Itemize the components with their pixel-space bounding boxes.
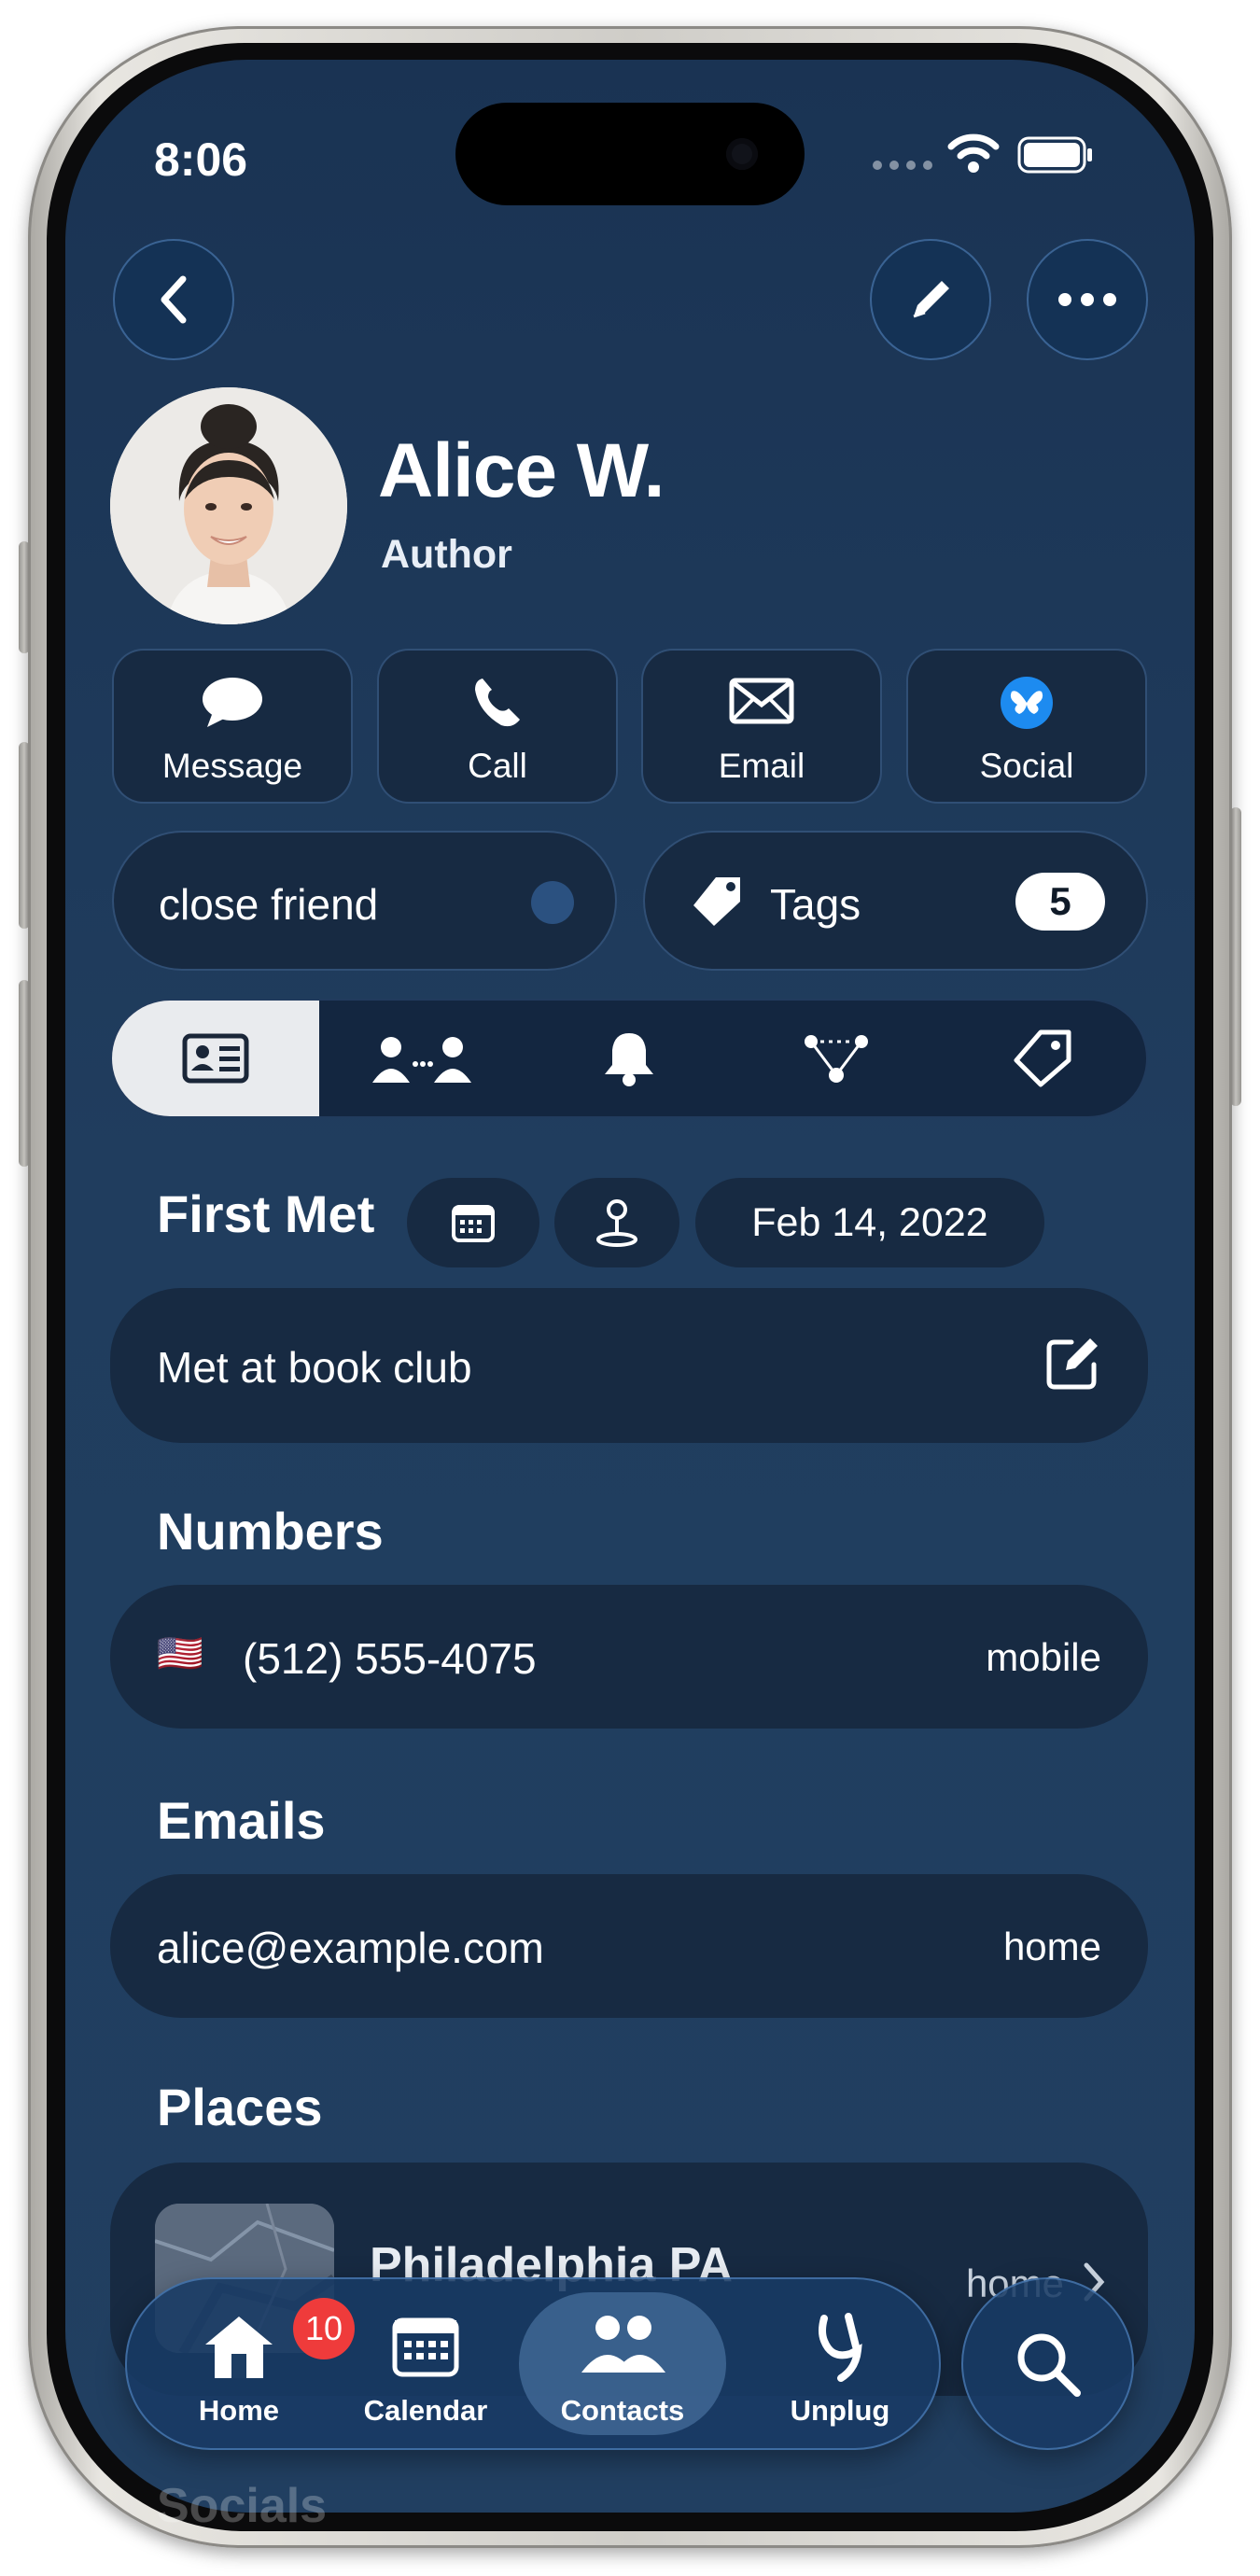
group-color-dot — [531, 881, 574, 924]
signal-dots-icon — [873, 161, 932, 170]
email-address: alice@example.com — [157, 1924, 544, 1972]
contact-card-icon — [182, 1033, 249, 1084]
avatar-portrait — [110, 387, 347, 624]
first-met-calendar-button[interactable] — [407, 1178, 539, 1267]
wifi-icon — [947, 133, 1000, 173]
first-met-note: Met at book club — [157, 1343, 472, 1392]
email-label: Email — [718, 747, 805, 785]
first-met-date: Feb 14, 2022 — [751, 1199, 988, 1245]
emails-title: Emails — [157, 1791, 326, 1850]
tab-home[interactable]: Home 10 — [146, 2279, 355, 2448]
camera-icon — [726, 138, 758, 170]
tab-unplug-label: Unplug — [790, 2394, 890, 2427]
social-button[interactable]: Social — [906, 649, 1147, 804]
socials-title: Socials — [157, 2479, 328, 2533]
battery-icon — [1017, 136, 1092, 174]
group-pill[interactable]: close friend — [112, 831, 617, 971]
people-icon — [581, 2316, 665, 2373]
tab-unplug[interactable]: Unplug — [747, 2279, 933, 2448]
tab-contacts-label: Contacts — [560, 2394, 685, 2427]
first-met-note-card[interactable]: Met at book club — [110, 1288, 1148, 1443]
edit-square-icon[interactable] — [1043, 1335, 1101, 1393]
chevron-left-icon — [161, 275, 187, 324]
avatar[interactable] — [110, 387, 347, 624]
us-flag-icon: 🇺🇸 — [157, 1633, 203, 1674]
call-button[interactable]: Call — [377, 649, 618, 804]
calendar-grid-icon — [392, 2317, 459, 2377]
email-button[interactable]: Email — [641, 649, 882, 804]
segment-network[interactable] — [733, 1001, 940, 1116]
first-met-title: First Met — [157, 1184, 375, 1243]
tags-pill[interactable]: Tags 5 — [643, 831, 1148, 971]
tab-calendar[interactable]: Calendar — [332, 2279, 519, 2448]
map-pin-icon — [596, 1199, 637, 1247]
message-bubble-icon — [203, 678, 262, 727]
butterfly-icon — [1001, 677, 1053, 729]
social-label: Social — [979, 747, 1074, 785]
numbers-title: Numbers — [157, 1502, 384, 1561]
pencil-icon — [913, 281, 949, 318]
dynamic-island — [455, 103, 805, 205]
tag-icon — [1014, 1029, 1071, 1087]
group-label: close friend — [159, 880, 379, 929]
search-button[interactable] — [961, 2277, 1134, 2450]
tab-home-label: Home — [198, 2394, 280, 2427]
first-met-location-button[interactable] — [554, 1178, 679, 1267]
first-met-date-chip[interactable]: Feb 14, 2022 — [695, 1178, 1044, 1267]
bell-icon — [604, 1033, 653, 1086]
tags-label: Tags — [770, 880, 861, 929]
unplug-glyph-icon — [819, 2313, 862, 2382]
segment-tags[interactable] — [939, 1001, 1146, 1116]
segment-reminders[interactable] — [525, 1001, 733, 1116]
call-label: Call — [468, 747, 527, 785]
contact-name: Alice W. — [378, 428, 665, 513]
message-label: Message — [161, 747, 303, 785]
more-button[interactable] — [1027, 239, 1148, 360]
contact-role: Author — [381, 532, 512, 577]
phone-number-type: mobile — [986, 1635, 1101, 1679]
network-graph-icon — [804, 1035, 868, 1083]
email-type: home — [1002, 1925, 1101, 1968]
people-connection-icon — [372, 1037, 472, 1083]
tab-bar: Home 10 Calendar Contacts Unplug — [125, 2277, 941, 2450]
phone-number-row[interactable]: 🇺🇸 (512) 555-4075 mobile — [110, 1585, 1148, 1729]
segment-relationships[interactable] — [319, 1001, 526, 1116]
edit-button[interactable] — [870, 239, 991, 360]
tags-count-badge: 5 — [1015, 873, 1105, 931]
tab-calendar-label: Calendar — [363, 2394, 488, 2427]
tag-filled-icon — [693, 877, 740, 926]
ellipsis-icon — [1058, 293, 1116, 306]
house-icon — [205, 2317, 273, 2378]
email-row[interactable]: alice@example.com home — [110, 1874, 1148, 2018]
message-button[interactable]: Message — [112, 649, 353, 804]
segment-details[interactable] — [112, 1001, 319, 1116]
places-title: Places — [157, 2078, 323, 2136]
phone-number: (512) 555-4075 — [243, 1634, 537, 1683]
calendar-icon — [452, 1205, 495, 1242]
section-segmented-control — [110, 999, 1148, 1118]
tab-contacts[interactable]: Contacts — [519, 2292, 726, 2435]
status-time: 8:06 — [154, 133, 248, 186]
back-button[interactable] — [113, 239, 234, 360]
phone-icon — [475, 679, 520, 727]
magnifier-icon — [1017, 2333, 1081, 2397]
envelope-icon — [729, 678, 794, 724]
